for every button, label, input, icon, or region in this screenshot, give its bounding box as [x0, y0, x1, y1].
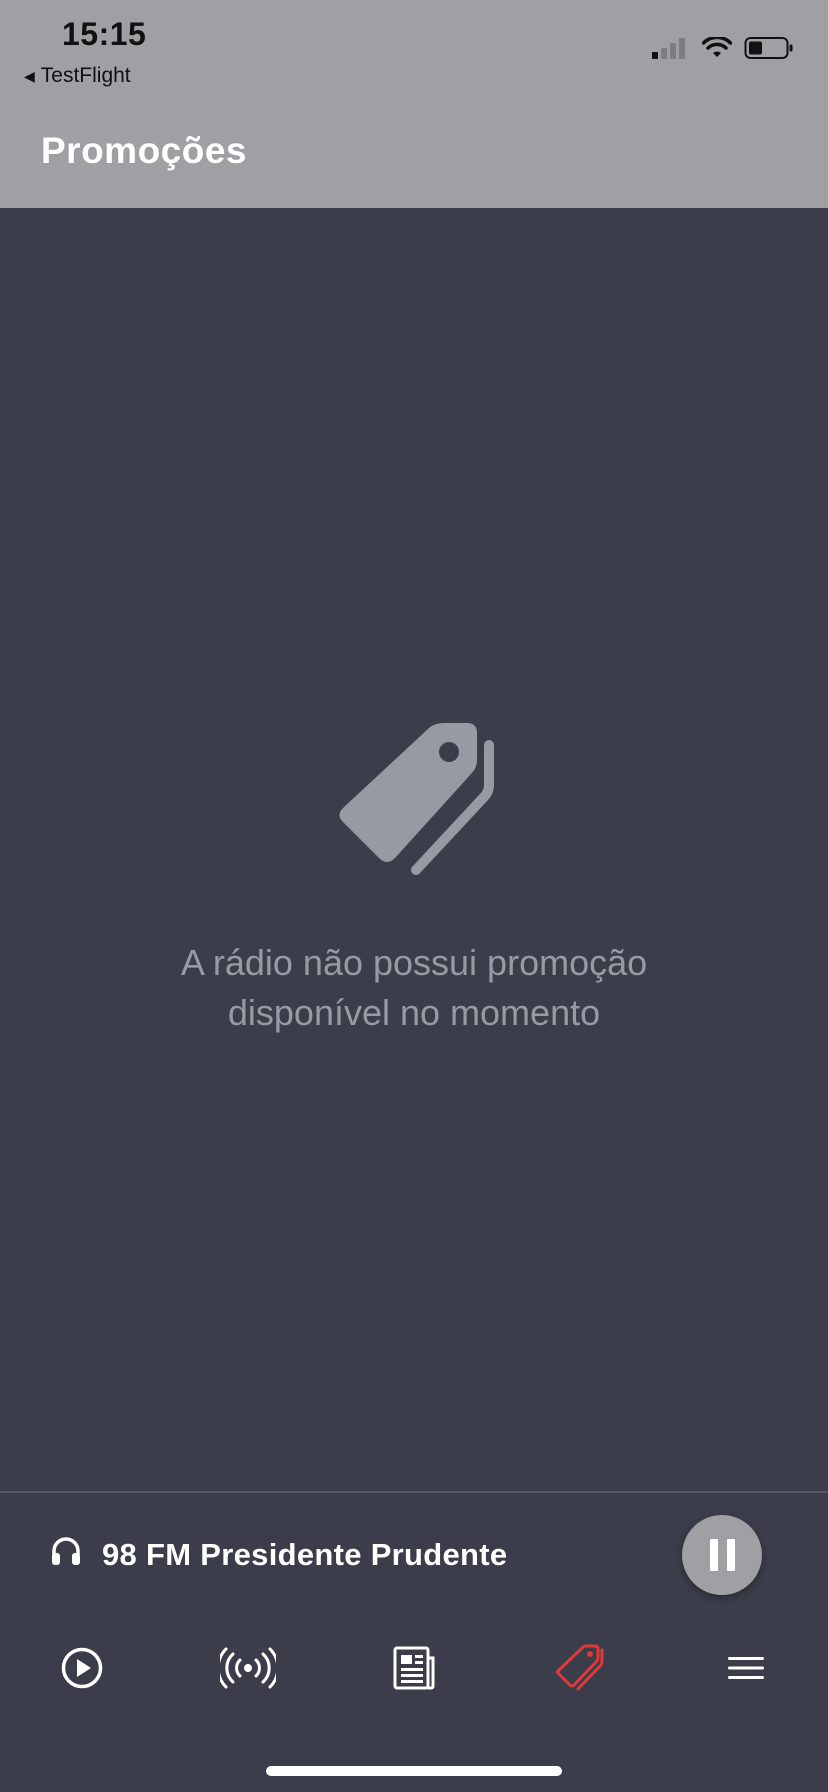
pause-icon — [709, 1539, 718, 1571]
tab-menu[interactable] — [696, 1632, 796, 1704]
tab-live[interactable] — [198, 1632, 298, 1704]
tab-promotions[interactable] — [530, 1632, 630, 1704]
empty-message-line1: A rádio não possui promoção — [180, 942, 648, 983]
back-to-app-link[interactable]: ◀ TestFlight — [24, 64, 131, 88]
headphones-icon — [52, 1537, 80, 1565]
player-bar: 98 FM Presidente Prudente — [0, 1491, 828, 1613]
broadcast-icon — [220, 1647, 276, 1689]
tags-icon — [556, 1644, 604, 1691]
status-time: 15:15 — [62, 16, 147, 52]
pause-icon-bar — [726, 1539, 735, 1571]
station-name: 98 FM Presidente Prudente — [102, 1537, 508, 1572]
wifi-icon — [702, 37, 732, 57]
home-indicator[interactable] — [266, 1766, 562, 1776]
play-circle-icon — [61, 1647, 103, 1689]
tab-news[interactable] — [364, 1632, 464, 1704]
back-app-label: TestFlight — [40, 64, 131, 87]
header: 15:15 ◀ TestFlight Promoções — [0, 0, 828, 208]
back-triangle-icon: ◀ — [24, 67, 35, 84]
tab-player[interactable] — [32, 1632, 132, 1704]
empty-state: A rádio não possui promoção disponível n… — [0, 720, 828, 1038]
tags-icon — [339, 723, 494, 875]
menu-icon — [728, 1657, 764, 1679]
battery-icon — [744, 37, 793, 59]
tab-bar — [0, 1632, 828, 1704]
empty-message-line2: disponível no momento — [227, 992, 601, 1033]
empty-message: A rádio não possui promoção disponível n… — [114, 938, 714, 1038]
pause-button[interactable] — [682, 1515, 762, 1595]
signal-icon — [652, 38, 685, 59]
status-icons — [650, 36, 794, 60]
page-title: Promoções — [41, 130, 248, 171]
newspaper-icon — [393, 1646, 435, 1690]
